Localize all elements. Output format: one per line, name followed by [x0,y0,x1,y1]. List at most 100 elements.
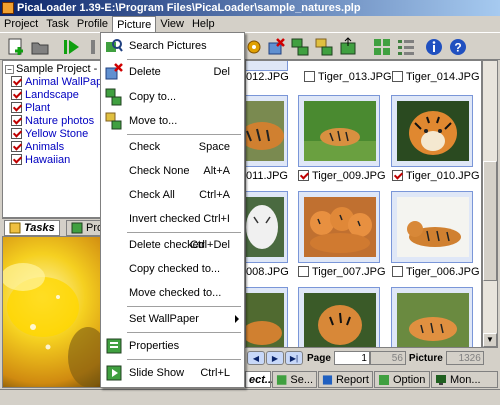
thumbnail-scrollbar[interactable]: ▼ [482,60,498,348]
tree-item-hawaiian[interactable]: Hawaiian [11,153,70,166]
thumbnail-caption[interactable]: Tiger_009.JPG [298,169,386,182]
tree-checkbox[interactable] [11,154,22,165]
menu-item-move-to[interactable]: Move to... [101,112,244,130]
menu-help[interactable]: Help [188,16,219,32]
thumbnail-caption[interactable]: Tiger_014.JPG [392,70,480,83]
tab-tasks[interactable]: Tasks [4,220,60,236]
picture-label: Picture [408,352,443,364]
menu-item-copy-to[interactable]: Copy to... [101,88,244,106]
tab-search[interactable]: Se... [272,371,317,388]
scroll-down-arrow-icon[interactable]: ▼ [483,333,497,347]
menu-task[interactable]: Task [42,16,73,32]
menu-item-check-all[interactable]: Check All Ctrl+A [101,186,244,204]
picture-preview [2,236,102,388]
thumbnail-checkbox[interactable] [392,170,403,181]
menu-profile[interactable]: Profile [73,16,112,32]
settings-icon[interactable] [244,37,264,57]
list-view-icon[interactable] [396,37,416,57]
help-icon[interactable]: ? [448,37,468,57]
tiger-cubs-image [304,197,376,257]
tab-option[interactable]: Option [374,371,430,388]
thumbnail-frame[interactable] [298,191,380,263]
search-icon [276,374,287,385]
report-icon [322,374,333,385]
last-page-arrow-icon[interactable]: ▶| [285,351,303,365]
copy-picture-icon[interactable] [290,37,310,57]
tab-monitor[interactable]: Mon... [431,371,498,388]
menu-item-set-wallpaper[interactable]: Set WallPaper [101,310,244,328]
thumbnail-frame[interactable] [391,95,473,167]
tree-item-label: Hawaiian [25,153,71,166]
thumbnail-checkbox[interactable] [298,170,309,181]
search-pictures-icon [106,39,123,52]
menu-item-move-checked-to[interactable]: Move checked to... [101,284,244,302]
tab-select[interactable]: ect... [245,371,274,388]
prev-page-arrow-icon[interactable]: ◀ [247,351,265,365]
info-icon[interactable] [424,37,444,57]
slideshow-icon [106,365,122,381]
thumbnail-frame[interactable] [298,287,380,347]
export-icon[interactable] [338,37,358,57]
tree-checkbox[interactable] [11,141,22,152]
collapse-icon[interactable]: − [5,65,14,74]
thumbnail-view-icon[interactable] [372,37,392,57]
thumbnail-checkbox[interactable] [298,266,309,277]
tree-item-animal-wallpaper[interactable]: Animal WallPaper [11,75,101,88]
tiger-image [246,101,284,161]
menu-item-shortcut: Alt+A [203,165,230,177]
tree-item-animals[interactable]: Animals [11,140,64,153]
scrollbar-thumb[interactable] [483,161,497,281]
thumbnail-frame[interactable] [246,287,288,347]
tree-item-landscape[interactable]: Landscape [11,88,79,101]
toolbar: ? [0,32,500,60]
thumbnail-frame[interactable] [246,95,288,167]
tree-item-yellow-stone[interactable]: Yellow Stone [11,127,88,140]
window-title: PicaLoader 1.39-E:\Program Files\PicaLoa… [17,2,361,14]
tiger-image [304,293,376,347]
menu-item-check[interactable]: Check Space [101,138,244,156]
menu-project[interactable]: Project [0,16,42,32]
menu-item-slide-show[interactable]: Slide Show Ctrl+L [101,364,244,382]
thumbnail-frame[interactable] [391,287,473,347]
menu-item-delete[interactable]: Delete Del [101,63,244,81]
thumbnail-caption[interactable]: Tiger_007.JPG [298,265,386,278]
new-project-icon[interactable] [6,37,26,57]
page-input[interactable]: 1 [333,351,370,365]
menu-picture[interactable]: Picture [112,16,157,32]
open-folder-icon[interactable] [30,37,50,57]
tree-item-nature-photos[interactable]: Nature photos [11,114,94,127]
thumbnail-frame[interactable] [298,95,380,167]
tree-item-plant[interactable]: Plant [11,101,50,114]
menu-view[interactable]: View [156,16,188,32]
tab-report[interactable]: Report [318,371,373,388]
thumbnail-frame[interactable] [391,191,473,263]
thumbnail-frame[interactable] [246,191,288,263]
next-page-arrow-icon[interactable]: ▶ [266,351,284,365]
tree-checkbox[interactable] [11,128,22,139]
thumbnail-caption[interactable]: Tiger_013.JPG [304,70,392,83]
menu-item-shortcut: Ctrl+L [200,367,230,379]
menu-item-shortcut: Ctrl+I [203,213,230,225]
tree-checkbox[interactable] [11,76,22,87]
tree-checkbox[interactable] [11,89,22,100]
tree-checkbox[interactable] [11,102,22,113]
thumbnail-checkbox[interactable] [304,71,315,82]
menu-item-invert-checked[interactable]: Invert checked Ctrl+I [101,210,244,228]
menu-item-check-none[interactable]: Check None Alt+A [101,162,244,180]
thumbnail-checkbox[interactable] [392,71,403,82]
menu-item-copy-checked-to[interactable]: Copy checked to... [101,260,244,278]
menu-item-delete-checked[interactable]: Delete checked Ctrl+Del [101,236,244,254]
tab-report-label: Report [335,373,369,386]
thumbnail-caption[interactable]: Tiger_010.JPG [392,169,480,182]
move-picture-icon[interactable] [314,37,334,57]
tree-root[interactable]: −Sample Project - Nat [5,63,101,75]
copy-icon [105,88,122,106]
tree-checkbox[interactable] [11,115,22,126]
thumbnail-checkbox[interactable] [392,266,403,277]
tree-item-label: Plant [25,101,51,114]
thumbnail-caption[interactable]: Tiger_006.JPG [392,265,480,278]
run-icon[interactable] [62,37,82,57]
menu-item-search-pictures[interactable]: Search Pictures [101,37,244,55]
delete-picture-icon[interactable] [266,37,286,57]
menu-item-properties[interactable]: Properties [101,337,244,355]
